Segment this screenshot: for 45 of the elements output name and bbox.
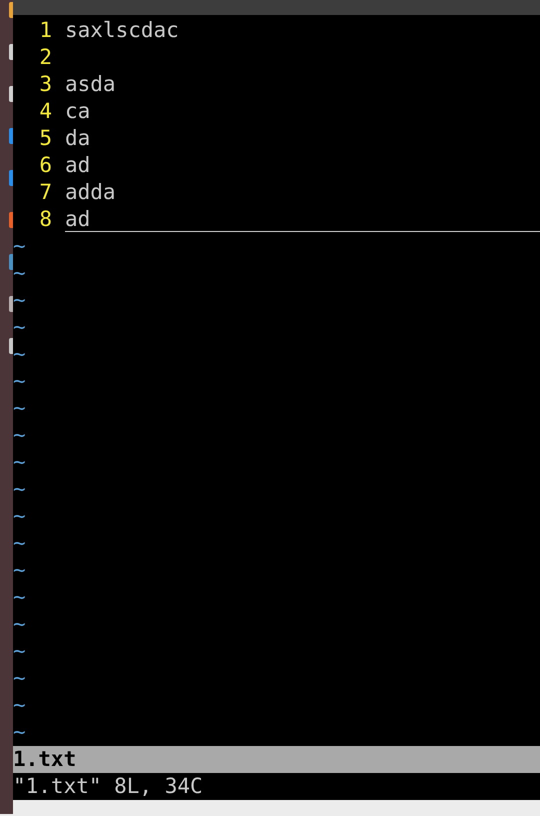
app-icon[interactable] (9, 296, 13, 312)
line-number: 1 (38, 17, 53, 44)
tilde-marker: ~ (13, 423, 26, 447)
line-number: 7 (38, 179, 53, 206)
line-number: 3 (38, 71, 53, 98)
tilde-marker: ~ (13, 531, 26, 555)
line-number: 8 (38, 206, 53, 233)
tilde-marker: ~ (13, 693, 26, 717)
status-filename: 1.txt (13, 747, 76, 771)
line-text: saxlscdac (65, 18, 179, 42)
line-text: ca (65, 99, 90, 123)
tilde-marker: ~ (13, 342, 26, 366)
line-text: da (65, 126, 90, 150)
line-number: 2 (38, 44, 53, 71)
tilde-marker: ~ (13, 396, 26, 420)
line-number: 4 (38, 98, 53, 125)
app-icon[interactable] (9, 2, 13, 18)
tilde-marker: ~ (13, 504, 26, 528)
app-icon[interactable] (9, 44, 13, 60)
tilde-marker: ~ (13, 477, 26, 501)
line-number: 5 (38, 125, 53, 152)
tilde-marker: ~ (13, 612, 26, 636)
tilde-marker: ~ (13, 639, 26, 663)
app-icon[interactable] (9, 338, 13, 354)
tilde-marker: ~ (13, 666, 26, 690)
tilde-marker: ~ (13, 288, 26, 312)
app-icon[interactable] (9, 128, 13, 144)
line-text: asda (65, 72, 116, 96)
tilde-marker: ~ (13, 234, 26, 258)
message-line: "1.txt" 8L, 34C (13, 774, 203, 798)
tilde-marker: ~ (13, 369, 26, 393)
tilde-marker: ~ (13, 315, 26, 339)
app-icon[interactable] (9, 170, 13, 186)
line-text: adda (65, 180, 116, 204)
line-text: ad (65, 153, 90, 177)
app-icon[interactable] (9, 212, 13, 228)
tilde-marker: ~ (13, 450, 26, 474)
line-number: 6 (38, 152, 53, 179)
tilde-marker: ~ (13, 261, 26, 285)
app-icon[interactable] (9, 254, 13, 270)
app-icon[interactable] (9, 86, 13, 102)
tilde-marker: ~ (13, 558, 26, 582)
line-text: ad (65, 207, 90, 231)
tilde-marker: ~ (13, 720, 26, 744)
tilde-marker: ~ (13, 585, 26, 609)
